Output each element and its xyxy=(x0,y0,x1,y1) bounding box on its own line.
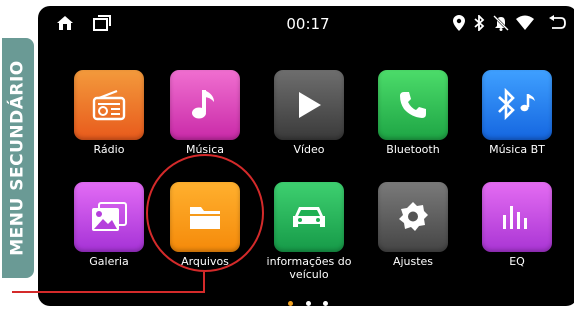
settings-gear-icon xyxy=(399,202,428,231)
page-dot-active[interactable] xyxy=(288,301,294,306)
app-label: Rádio xyxy=(93,143,125,156)
app-label: Bluetooth xyxy=(386,143,440,156)
status-bar: 00:17 xyxy=(38,6,574,40)
gallery-icon xyxy=(92,202,127,231)
app-settings[interactable]: Ajustes xyxy=(368,182,458,268)
app-label: EQ xyxy=(509,255,525,268)
callout-line-vertical xyxy=(203,272,205,292)
page-dot[interactable] xyxy=(305,301,311,306)
app-label: Vídeo xyxy=(293,143,325,156)
app-music[interactable]: Música xyxy=(160,70,250,156)
bluetooth-music-icon xyxy=(498,88,535,121)
app-tile xyxy=(378,70,448,140)
location-icon xyxy=(453,15,465,31)
app-tile xyxy=(74,70,144,140)
page-dot[interactable] xyxy=(322,301,328,306)
mute-icon xyxy=(493,15,509,31)
app-tile xyxy=(482,182,552,252)
app-video[interactable]: Vídeo xyxy=(264,70,354,156)
app-tile xyxy=(274,182,344,252)
back-icon[interactable] xyxy=(548,15,566,31)
callout-line-horizontal xyxy=(12,291,205,293)
app-tile xyxy=(170,70,240,140)
app-label: Galeria xyxy=(89,255,129,268)
car-icon xyxy=(293,207,325,227)
phone-icon xyxy=(400,92,426,118)
app-bluetooth[interactable]: Bluetooth xyxy=(368,70,458,156)
app-label: informações do veículo xyxy=(266,255,352,281)
wifi-icon xyxy=(516,15,534,30)
highlight-circle xyxy=(146,154,264,272)
app-tile xyxy=(74,182,144,252)
side-label-tab: MENU SECUNDÁRIO xyxy=(2,38,34,278)
app-gallery[interactable]: Galeria xyxy=(64,182,154,268)
app-tile xyxy=(274,70,344,140)
side-label-text: MENU SECUNDÁRIO xyxy=(8,60,29,256)
radio-icon xyxy=(92,89,126,121)
app-label: Ajustes xyxy=(392,255,434,268)
app-equalizer[interactable]: EQ xyxy=(472,182,562,268)
music-note-icon xyxy=(192,90,214,119)
bluetooth-icon xyxy=(474,15,485,31)
equalizer-icon xyxy=(503,206,527,229)
app-label: Música BT xyxy=(489,143,545,156)
play-icon xyxy=(299,92,321,118)
app-vehicle-info[interactable]: informações do veículo xyxy=(264,182,354,281)
head-unit-screen: 00:17 Rádio Música Vídeo Bluetooth Músic… xyxy=(38,6,574,306)
app-tile xyxy=(482,70,552,140)
app-tile xyxy=(378,182,448,252)
app-bluetooth-music[interactable]: Música BT xyxy=(472,70,562,156)
page-indicator xyxy=(38,293,574,306)
app-radio[interactable]: Rádio xyxy=(64,70,154,156)
